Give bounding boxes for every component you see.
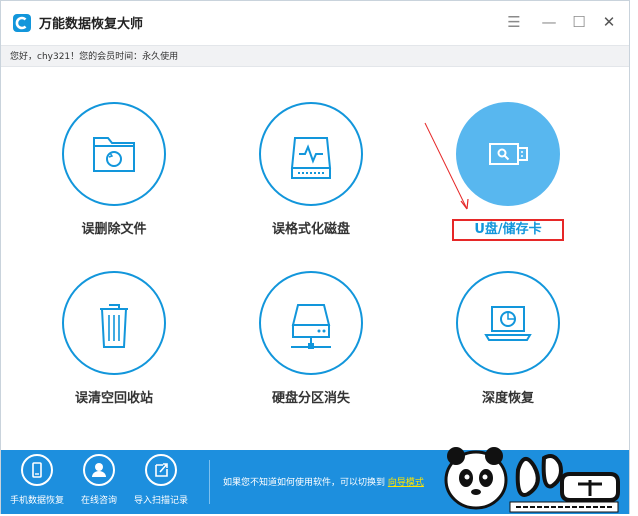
- minimize-button[interactable]: —: [539, 12, 559, 32]
- feature-deleted-files[interactable]: 误删除文件: [34, 102, 194, 242]
- hard-drive-icon: [291, 304, 331, 349]
- menu-icon[interactable]: ☰: [504, 12, 524, 32]
- feature-label: 误格式化磁盘: [271, 222, 350, 237]
- phone-icon: [21, 454, 53, 486]
- feature-label: 误清空回收站: [74, 391, 153, 406]
- feature-circle[interactable]: [259, 271, 363, 375]
- app-logo-icon: [13, 14, 31, 32]
- feature-circle[interactable]: [62, 102, 166, 206]
- close-button[interactable]: ✕: [599, 12, 619, 32]
- bottom-item-label: 导入扫描记录: [133, 496, 188, 506]
- feature-label: 深度恢复: [481, 391, 534, 406]
- annotation-arrow-icon: [424, 122, 469, 210]
- formatted-disk-icon: [290, 137, 332, 179]
- guide-prefix: 如果您不知道如何使用软件，可以切换到: [223, 478, 386, 488]
- annotation-highlight-box: [452, 219, 564, 241]
- phone-recovery-button[interactable]: 手机数据恢复: [7, 454, 67, 506]
- divider: [209, 460, 210, 504]
- online-consult-button[interactable]: 在线咨询: [69, 454, 129, 506]
- title-bar: 万能数据恢复大师 ☰ — ☐ ✕: [1, 1, 629, 45]
- import-scan-button[interactable]: 导入扫描记录: [131, 454, 191, 506]
- welcome-bar: 您好，chy321！您的会员时间：永久使用: [1, 45, 629, 67]
- maximize-button[interactable]: ☐: [569, 12, 589, 32]
- app-window: 万能数据恢复大师 ☰ — ☐ ✕ 您好，chy321！您的会员时间：永久使用 误…: [0, 0, 630, 514]
- feature-formatted-disk[interactable]: 误格式化磁盘: [231, 102, 391, 242]
- guide-mode-link[interactable]: 向导模式: [388, 478, 424, 488]
- welcome-text: 您好，chy321！您的会员时间：永久使用: [10, 52, 179, 62]
- feature-circle[interactable]: [62, 271, 166, 375]
- feature-recycle-bin[interactable]: 误清空回收站: [34, 271, 194, 411]
- feature-label: 硬盘分区消失: [271, 391, 350, 406]
- feature-partition-lost[interactable]: 硬盘分区消失: [231, 271, 391, 411]
- feature-circle[interactable]: [456, 271, 560, 375]
- watermark-logo: [444, 447, 620, 513]
- laptop-scan-icon: [484, 306, 532, 341]
- feature-circle[interactable]: [259, 102, 363, 206]
- feature-label: 误删除文件: [81, 222, 147, 237]
- bottom-item-label: 手机数据恢复: [9, 496, 64, 506]
- folder-recycle-icon: [93, 137, 135, 172]
- import-icon: [145, 454, 177, 486]
- recycle-bin-icon: [100, 304, 128, 348]
- bottom-item-label: 在线咨询: [80, 496, 117, 506]
- feature-deep-recovery[interactable]: 深度恢复: [428, 271, 588, 411]
- app-title: 万能数据恢复大师: [39, 17, 144, 32]
- guide-text: 如果您不知道如何使用软件，可以切换到 向导模式: [223, 475, 424, 488]
- user-icon: [83, 454, 115, 486]
